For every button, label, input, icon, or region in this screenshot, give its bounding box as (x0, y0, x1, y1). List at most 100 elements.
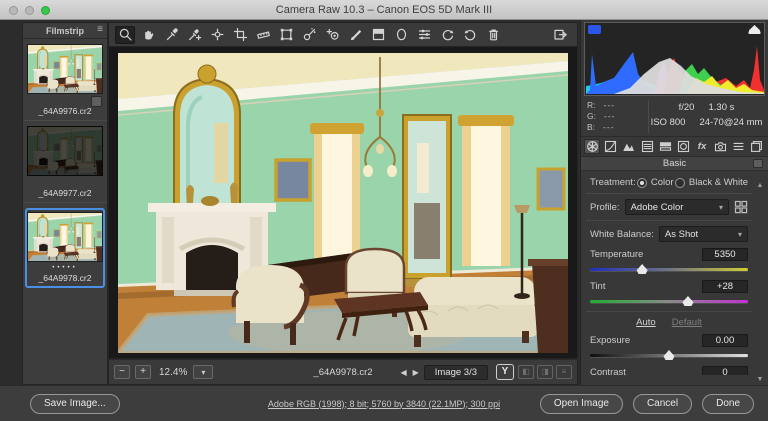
straighten-tool-icon[interactable] (253, 26, 273, 44)
adjustment-brush-tool-icon[interactable] (345, 26, 365, 44)
exposure-label: Exposure (590, 335, 631, 346)
treatment-color-option[interactable]: Color (636, 177, 674, 188)
tab-lens-corrections[interactable] (676, 139, 692, 154)
targeted-adjustment-tool-icon[interactable] (207, 26, 227, 44)
filmstrip-item-selected[interactable]: ••••• _64A9978.cr2 (23, 203, 107, 296)
before-after-toggle-button[interactable]: Y (496, 364, 514, 380)
filmstrip-panel: Filmstrip ≡ _64A9976.cr2 _64A9977.cr2 ••… (22, 22, 108, 385)
white-balance-label: White Balance: (590, 228, 654, 240)
zoom-in-button[interactable]: + (135, 365, 151, 379)
tab-split-toning[interactable] (657, 139, 673, 154)
zoom-level-dropdown[interactable]: ▾ (193, 365, 214, 379)
tab-effects[interactable]: fx (694, 139, 710, 154)
red-eye-tool-icon[interactable] (322, 26, 342, 44)
profile-browser-icon[interactable] (734, 200, 748, 214)
exposure-value[interactable]: 0.00 (702, 334, 748, 347)
exposure-slider[interactable] (590, 350, 748, 360)
zoom-out-button[interactable]: − (114, 365, 130, 379)
slider-thumb[interactable] (682, 296, 694, 306)
scroll-up-icon[interactable]: ▲ (754, 182, 766, 189)
thumbnail-image[interactable] (27, 126, 103, 176)
thumbnail-filename: _64A9977.cr2 (38, 188, 92, 198)
radial-filter-tool-icon[interactable] (391, 26, 411, 44)
profile-select[interactable]: Adobe Color ▾ (624, 199, 729, 215)
filmstrip-item[interactable]: _64A9976.cr2 (23, 39, 107, 121)
rotate-right-tool-icon[interactable] (460, 26, 480, 44)
crop-tool-icon[interactable] (230, 26, 250, 44)
open-image-button[interactable]: Open Image (539, 393, 623, 414)
panel-tabs: fx (581, 137, 768, 156)
zoom-window-icon[interactable] (41, 6, 50, 15)
tab-tone-curve[interactable] (602, 139, 618, 154)
panel-title: Basic (662, 158, 687, 169)
preview-status-bar: − + 12.4% ▾ _64A9978.cr2 ◀ ▶ Image 3/3 Y… (108, 359, 578, 385)
slider-thumb[interactable] (663, 350, 675, 360)
histogram (584, 22, 765, 96)
default-link[interactable]: Default (672, 317, 702, 328)
rotate-left-tool-icon[interactable] (437, 26, 457, 44)
zoom-tool-icon[interactable] (115, 25, 135, 44)
toggle-fullscreen-icon[interactable] (551, 26, 571, 44)
thumbnail-image[interactable] (27, 212, 103, 262)
graduated-filter-tool-icon[interactable] (368, 26, 388, 44)
hand-tool-icon[interactable] (138, 26, 158, 44)
lens-value: 24-70@24 mm (699, 117, 763, 128)
previous-image-button[interactable]: ◀ (399, 368, 407, 377)
filmstrip-item[interactable]: _64A9977.cr2 (23, 121, 107, 203)
auto-link[interactable]: Auto (636, 317, 656, 328)
minimize-window-icon[interactable] (25, 6, 34, 15)
tab-basic[interactable] (584, 139, 601, 154)
preferences-tool-icon[interactable] (414, 26, 434, 44)
window-title: Camera Raw 10.3 – Canon EOS 5D Mark III (275, 3, 493, 16)
filmstrip-menu-icon[interactable]: ≡ (97, 24, 103, 35)
contrast-label: Contrast (590, 367, 626, 375)
profile-label: Profile: (590, 201, 620, 213)
dialog-footer: Save Image... Adobe RGB (1998); 8 bit; 5… (0, 385, 768, 421)
temperature-slider[interactable] (590, 264, 748, 274)
before-after-split-icon[interactable]: ◨ (537, 365, 553, 379)
close-window-icon[interactable] (9, 6, 18, 15)
before-after-left-right-icon[interactable]: ◧ (518, 365, 534, 379)
chevron-down-icon: ▾ (718, 202, 723, 212)
contrast-value[interactable]: 0 (702, 366, 748, 375)
tab-camera-calibration[interactable] (712, 139, 728, 154)
black-white-radio[interactable] (674, 177, 685, 188)
tint-slider[interactable] (590, 296, 748, 306)
zoom-level: 12.4% (159, 366, 188, 378)
tab-detail[interactable] (621, 139, 637, 154)
cancel-button[interactable]: Cancel (632, 393, 693, 414)
camera-raw-dialog: Camera Raw 10.3 – Canon EOS 5D Mark III … (0, 0, 768, 421)
histogram-graph (586, 46, 764, 94)
tab-hsl-grayscale[interactable] (639, 139, 655, 154)
rating-stars[interactable]: ••••• (27, 265, 103, 271)
treatment-bw-option[interactable]: Black & White (674, 177, 748, 188)
delete-tool-icon[interactable] (483, 26, 503, 44)
basic-panel-controls: Treatment: Color Black & White Profile: … (581, 171, 768, 375)
preview-preferences-icon[interactable]: ≡ (556, 365, 572, 379)
thumbnail-image[interactable] (27, 44, 103, 94)
slider-thumb[interactable] (636, 264, 648, 274)
tab-snapshots[interactable] (749, 139, 765, 154)
color-radio[interactable] (636, 177, 647, 188)
temperature-value[interactable]: 5350 (702, 248, 748, 261)
adjustments-panel: R: --- G: --- B: --- f/20 1.30 s ISO 800 24… (580, 20, 768, 385)
done-button[interactable]: Done (702, 393, 754, 414)
scroll-down-icon[interactable]: ▼ (754, 376, 766, 383)
spot-removal-tool-icon[interactable] (299, 26, 319, 44)
effects-icon: fx (697, 141, 707, 152)
next-image-button[interactable]: ▶ (412, 368, 420, 377)
thumbnail-filename: _64A9978.cr2 (38, 273, 92, 283)
rgb-readout: R: --- G: --- B: --- (587, 100, 649, 133)
chevron-down-icon: ▾ (737, 229, 742, 239)
white-balance-tool-icon[interactable] (161, 26, 181, 44)
tint-value[interactable]: +28 (702, 280, 748, 293)
main-area: − + 12.4% ▾ _64A9978.cr2 ◀ ▶ Image 3/3 Y… (108, 22, 578, 385)
image-preview-area[interactable] (108, 46, 578, 359)
white-balance-select[interactable]: As Shot ▾ (658, 226, 748, 242)
tool-bar (108, 22, 578, 46)
color-sampler-tool-icon[interactable] (184, 26, 204, 44)
panel-scrollbar[interactable]: ▲ ▼ (754, 154, 766, 383)
tab-presets[interactable] (730, 139, 746, 154)
transform-tool-icon[interactable] (276, 26, 296, 44)
shutter-value: 1.30 s (708, 102, 735, 113)
